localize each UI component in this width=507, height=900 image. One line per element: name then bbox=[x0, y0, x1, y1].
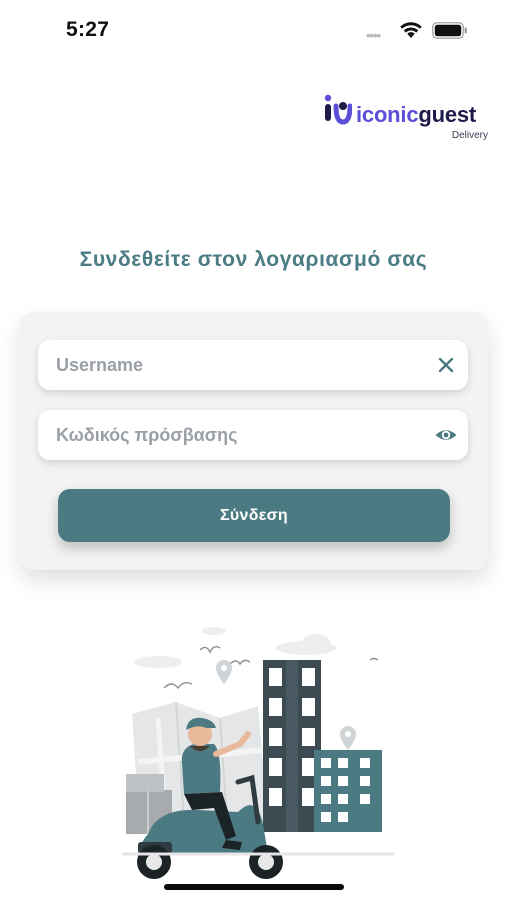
brand-name-part2: guest bbox=[418, 102, 477, 127]
battery-icon bbox=[432, 22, 467, 39]
password-field[interactable] bbox=[38, 410, 468, 460]
close-icon[interactable] bbox=[434, 353, 458, 377]
building-icon bbox=[314, 750, 382, 832]
login-card: Σύνδεση bbox=[20, 312, 488, 570]
brand-wordmark: iconicguest bbox=[356, 102, 476, 128]
building-icon bbox=[263, 660, 321, 832]
wifi-icon bbox=[400, 22, 422, 38]
brand-name-part1: iconic bbox=[356, 102, 419, 127]
status-time: 5:27 bbox=[66, 18, 110, 41]
delivery-illustration bbox=[122, 627, 394, 879]
brand-logo: iconicguest Delivery bbox=[322, 92, 492, 148]
brand-subtitle: Delivery bbox=[451, 130, 488, 141]
location-pin-icon bbox=[216, 660, 232, 684]
status-bar: 5:27 •••• bbox=[0, 0, 507, 60]
password-input[interactable] bbox=[56, 410, 416, 460]
signal-icon: •••• bbox=[366, 28, 381, 43]
location-pin-icon bbox=[340, 726, 356, 750]
eye-icon[interactable] bbox=[434, 423, 458, 447]
username-field[interactable] bbox=[38, 340, 468, 390]
brand-mark-icon bbox=[324, 94, 352, 125]
login-button[interactable]: Σύνδεση bbox=[58, 489, 450, 542]
login-heading: Συνδεθείτε στον λογαριασμό σας bbox=[79, 248, 428, 271]
home-indicator[interactable] bbox=[164, 884, 344, 890]
username-input[interactable] bbox=[56, 340, 416, 390]
